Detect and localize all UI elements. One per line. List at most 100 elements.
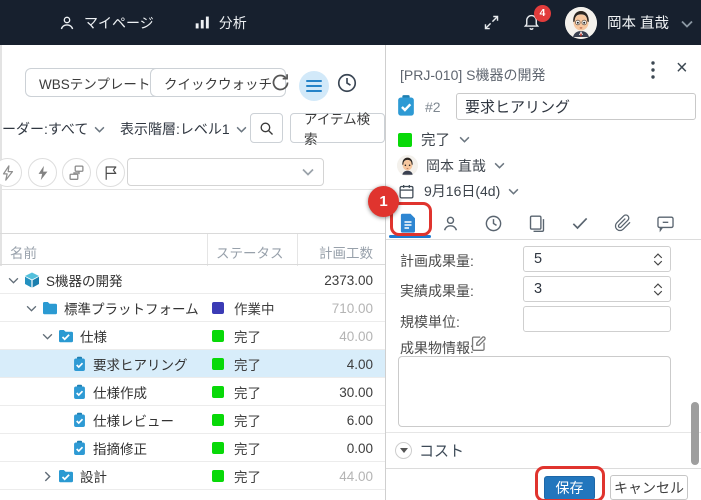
chevron-collapsed-icon[interactable]	[40, 471, 54, 482]
toolbar-combobox[interactable]	[127, 158, 324, 186]
lightning-outline-button[interactable]	[0, 158, 22, 187]
leader-filter-label: リーダー:すべて	[0, 119, 88, 139]
actual-output-stepper[interactable]	[523, 276, 671, 302]
status-label: 完了	[234, 466, 261, 486]
user-name: 岡本 直哉	[607, 12, 669, 33]
note-edit-icon[interactable]	[470, 335, 487, 352]
actual-output-label: 実績成果量:	[400, 281, 474, 301]
status-swatch	[212, 442, 224, 454]
clock-icon[interactable]	[336, 72, 358, 94]
flag-button[interactable]	[96, 158, 125, 187]
table-header: 名前 ステータス 計画工数	[0, 233, 385, 265]
row-hours: 0.00	[347, 434, 373, 462]
collapse-triangle-icon[interactable]	[395, 442, 412, 459]
column-header-status: ステータス	[216, 242, 284, 262]
due-date-label: 9月16日(4d)	[424, 181, 500, 201]
search-button[interactable]	[250, 113, 283, 143]
folder-check-icon	[58, 329, 74, 343]
unit-input[interactable]	[524, 311, 634, 327]
lightning-filled-button[interactable]	[28, 158, 57, 187]
planned-output-stepper[interactable]	[523, 246, 671, 272]
tab-checklist[interactable]	[558, 207, 601, 239]
tab-attachments[interactable]	[601, 207, 644, 239]
row-hours: 44.00	[339, 462, 373, 490]
actual-output-input[interactable]	[524, 281, 634, 297]
nav-my-page[interactable]: マイページ	[58, 13, 154, 33]
table-row-project[interactable]: S機器の開発 2373.00	[0, 266, 385, 294]
assignee-selector[interactable]: 岡本 直哉	[397, 155, 701, 176]
chevron-down-icon	[508, 188, 519, 195]
clipboard-check-icon	[72, 440, 87, 456]
table-row-platform[interactable]: 標準プラットフォーム 作業中 710.00	[0, 294, 385, 322]
top-navbar: マイページ 分析 4 岡本 直哉	[0, 0, 701, 45]
scrollbar-thumb[interactable]	[691, 402, 699, 465]
status-swatch	[212, 386, 224, 398]
unit-field[interactable]	[523, 306, 671, 332]
cost-section-header[interactable]: コスト	[386, 432, 701, 468]
tab-people[interactable]	[429, 207, 472, 239]
item-search-button[interactable]: アイテム検索	[290, 113, 385, 143]
wbs-template-button[interactable]: WBSテンプレート	[25, 68, 164, 97]
cancel-button[interactable]: キャンセル	[610, 475, 688, 500]
status-swatch	[212, 302, 224, 314]
chevron-expanded-icon[interactable]	[24, 305, 38, 312]
user-avatar[interactable]	[565, 7, 597, 39]
lightning-outline-icon	[1, 165, 15, 181]
planned-output-input[interactable]	[524, 251, 634, 267]
kebab-icon[interactable]	[651, 61, 655, 82]
quick-watch-label: クイックウォッチ	[164, 73, 272, 93]
table-row[interactable]: 仕様作成 完了 30.00	[0, 378, 385, 406]
status-swatch	[212, 358, 224, 370]
search-icon	[258, 120, 275, 137]
cube-icon	[24, 272, 40, 288]
clipboard-check-icon	[72, 412, 87, 428]
expand-icon[interactable]	[483, 14, 500, 31]
tab-comments[interactable]	[644, 207, 687, 239]
nav-my-page-label: マイページ	[84, 13, 154, 33]
hierarchy-icon	[68, 164, 85, 181]
wbs-template-label: WBSテンプレート	[39, 73, 150, 93]
deliverable-label: 成果物情報:	[400, 338, 474, 358]
leader-filter[interactable]: リーダー:すべて	[0, 119, 105, 139]
chevron-expanded-icon[interactable]	[40, 333, 54, 340]
tab-time[interactable]	[472, 207, 515, 239]
table-row-selected[interactable]: 要求ヒアリング 完了 4.00	[0, 350, 385, 378]
annotation-highlight-save-button	[535, 466, 605, 500]
refresh-icon[interactable]	[270, 72, 291, 93]
stepper-arrows[interactable]	[653, 283, 663, 296]
status-selector[interactable]: 完了	[398, 129, 701, 150]
status-label: 作業中	[234, 298, 275, 318]
close-icon[interactable]: ×	[676, 58, 688, 78]
unit-label: 規模単位:	[400, 312, 460, 332]
tab-related[interactable]	[515, 207, 558, 239]
clipboard-check-icon	[72, 356, 87, 372]
user-menu-chevron-icon[interactable]	[681, 15, 693, 31]
deliverable-textarea[interactable]	[398, 356, 671, 427]
cost-section-label: コスト	[419, 440, 464, 461]
quick-watch-button[interactable]: クイックウォッチ	[150, 68, 286, 97]
person-icon	[58, 14, 76, 32]
menu-icon[interactable]	[299, 71, 329, 101]
column-header-name: 名前	[10, 242, 37, 262]
due-date-selector[interactable]: 9月16日(4d)	[398, 181, 701, 201]
row-label: 要求ヒアリング	[93, 354, 188, 374]
item-search-label: アイテム検索	[304, 108, 371, 148]
hierarchy-button[interactable]	[62, 158, 91, 187]
table-row[interactable]: 仕様レビュー 完了 6.00	[0, 406, 385, 434]
stepper-arrows[interactable]	[653, 253, 663, 266]
bar-chart-icon	[194, 14, 211, 31]
nav-analysis[interactable]: 分析	[194, 13, 247, 33]
paperclip-icon	[614, 214, 632, 232]
table-row-design[interactable]: 設計 完了 44.00	[0, 462, 385, 490]
chevron-expanded-icon[interactable]	[6, 277, 20, 284]
row-label: 指摘修正	[93, 438, 147, 458]
row-label: 仕様	[80, 326, 107, 346]
row-label: 仕様作成	[93, 382, 147, 402]
table-row-spec[interactable]: 仕様 完了 40.00	[0, 322, 385, 350]
issue-title-input[interactable]	[456, 93, 696, 120]
table-empty-row	[0, 490, 385, 500]
table-row[interactable]: 指摘修正 完了 0.00	[0, 434, 385, 462]
calendar-icon	[398, 183, 415, 200]
level-filter[interactable]: 表示階層:レベル1	[120, 119, 247, 139]
notifications-button[interactable]: 4	[522, 12, 541, 34]
